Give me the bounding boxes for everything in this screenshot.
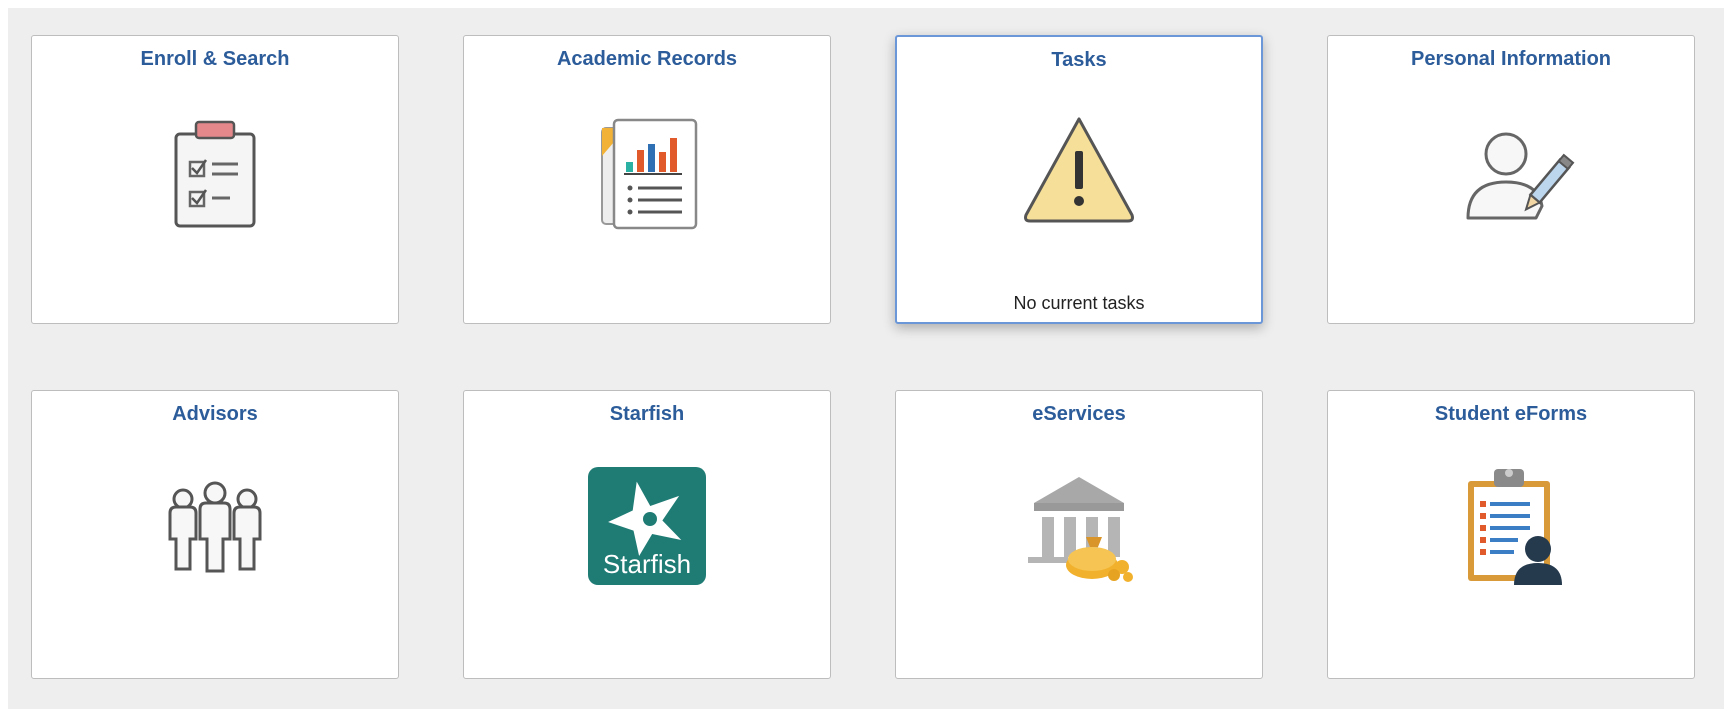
tile-title: Enroll & Search (140, 48, 290, 70)
warning-icon (1014, 107, 1144, 237)
tile-title: Tasks (1051, 49, 1107, 71)
starfish-logo-text: Starfish (603, 549, 691, 579)
clipboard-student-icon (1446, 461, 1576, 591)
starfish-logo-icon: Starfish (582, 461, 712, 591)
tile-tasks[interactable]: Tasks No current tasks (895, 35, 1263, 324)
tile-academic-records[interactable]: Academic Records (463, 35, 831, 324)
user-edit-icon (1446, 106, 1576, 236)
tile-title: Student eForms (1434, 403, 1588, 425)
tile-title: eServices (1032, 403, 1126, 425)
bank-coins-icon (1014, 461, 1144, 591)
tasks-status-text: No current tasks (1013, 293, 1145, 313)
tile-student-eforms[interactable]: Student eForms (1327, 390, 1695, 679)
tile-title: Starfish (609, 403, 685, 425)
tile-title: Academic Records (556, 48, 738, 70)
tile-starfish[interactable]: Starfish Starfish (463, 390, 831, 679)
tile-enroll-search[interactable]: Enroll & Search (31, 35, 399, 324)
report-chart-icon (582, 106, 712, 236)
tile-eservices[interactable]: eServices (895, 390, 1263, 679)
people-group-icon (150, 461, 280, 591)
tile-advisors[interactable]: Advisors (31, 390, 399, 679)
clipboard-checklist-icon (150, 106, 280, 236)
tile-title: Advisors (172, 403, 258, 425)
tile-personal-information[interactable]: Personal Information (1327, 35, 1695, 324)
homepage-tile-grid: Enroll & Search Academic Records Tasks N… (8, 8, 1724, 709)
tile-title: Personal Information (1410, 48, 1612, 70)
